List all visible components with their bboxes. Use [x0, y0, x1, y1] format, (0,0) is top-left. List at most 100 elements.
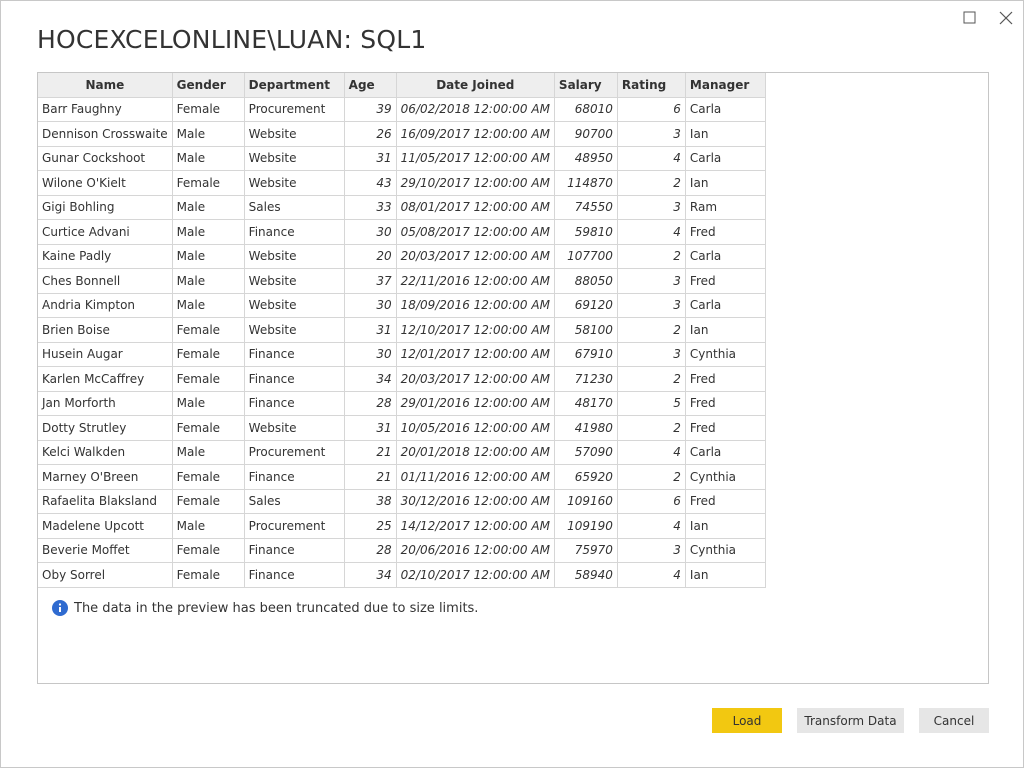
name-cell[interactable]: Kelci Walkden	[38, 439, 173, 465]
department-cell[interactable]: Finance	[243, 219, 345, 245]
gender-cell[interactable]: Female	[171, 464, 245, 490]
rating-cell[interactable]: 4	[616, 145, 686, 171]
gender-cell[interactable]: Female	[171, 366, 245, 392]
age-cell[interactable]: 25	[343, 513, 397, 539]
name-cell[interactable]: Jan Morforth	[38, 390, 173, 416]
manager-cell[interactable]: Fred	[684, 415, 766, 441]
rating-cell[interactable]: 2	[616, 415, 686, 441]
table-row[interactable]: Husein Augar Female Finance 30 12/01/2017 12…	[38, 341, 766, 367]
cancel-button[interactable]: Cancel	[919, 708, 989, 733]
date-joined-cell[interactable]: 20/01/2018 12:00:00 AM	[395, 439, 555, 465]
age-cell[interactable]: 43	[343, 170, 397, 196]
rating-cell[interactable]: 3	[616, 292, 686, 318]
rating-cell[interactable]: 2	[616, 464, 686, 490]
rating-cell[interactable]: 2	[616, 317, 686, 343]
date-joined-cell[interactable]: 20/06/2016 12:00:00 AM	[395, 537, 555, 563]
age-cell[interactable]: 34	[343, 562, 397, 588]
date-joined-cell[interactable]: 20/03/2017 12:00:00 AM	[395, 366, 555, 392]
rating-cell[interactable]: 2	[616, 170, 686, 196]
age-cell[interactable]: 31	[343, 415, 397, 441]
salary-cell[interactable]: 109190	[553, 513, 618, 539]
age-cell[interactable]: 21	[343, 439, 397, 465]
salary-cell[interactable]: 71230	[553, 366, 618, 392]
manager-cell[interactable]: Ian	[684, 317, 766, 343]
rating-cell[interactable]: 4	[616, 513, 686, 539]
department-cell[interactable]: Finance	[243, 464, 345, 490]
age-cell[interactable]: 37	[343, 268, 397, 294]
age-cell[interactable]: 21	[343, 464, 397, 490]
table-row[interactable]: Beverie Moffet Female Finance 28 20/06/2016 …	[38, 537, 766, 563]
name-cell[interactable]: Gigi Bohling	[38, 194, 173, 220]
date-joined-cell[interactable]: 30/12/2016 12:00:00 AM	[395, 488, 555, 514]
department-cell[interactable]: Sales	[243, 194, 345, 220]
manager-cell[interactable]: Carla	[684, 243, 766, 269]
gender-cell[interactable]: Male	[171, 292, 245, 318]
salary-cell[interactable]: 109160	[553, 488, 618, 514]
gender-cell[interactable]: Female	[171, 170, 245, 196]
manager-cell[interactable]: Ian	[684, 170, 766, 196]
name-cell[interactable]: Gunar Cockshoot	[38, 145, 173, 171]
rating-cell[interactable]: 3	[616, 194, 686, 220]
manager-cell[interactable]: Carla	[684, 96, 766, 122]
table-row[interactable]: Brien Boise Female Website 31 12/10/2017 12:…	[38, 317, 766, 343]
gender-cell[interactable]: Female	[171, 562, 245, 588]
table-row[interactable]: Ches Bonnell Male Website 37 22/11/2016 12:0…	[38, 268, 766, 294]
department-cell[interactable]: Finance	[243, 366, 345, 392]
salary-cell[interactable]: 75970	[553, 537, 618, 563]
date-joined-cell[interactable]: 08/01/2017 12:00:00 AM	[395, 194, 555, 220]
name-cell[interactable]: Dennison Crosswaite	[38, 121, 173, 147]
rating-cell[interactable]: 3	[616, 537, 686, 563]
table-row[interactable]: Marney O'Breen Female Finance 21 01/11/2016 …	[38, 464, 766, 490]
name-cell[interactable]: Marney O'Breen	[38, 464, 173, 490]
age-cell[interactable]: 38	[343, 488, 397, 514]
column-header-age[interactable]: Age	[343, 73, 397, 98]
gender-cell[interactable]: Male	[171, 513, 245, 539]
manager-cell[interactable]: Fred	[684, 268, 766, 294]
department-cell[interactable]: Website	[243, 415, 345, 441]
department-cell[interactable]: Website	[243, 170, 345, 196]
name-cell[interactable]: Beverie Moffet	[38, 537, 173, 563]
gender-cell[interactable]: Male	[171, 194, 245, 220]
department-cell[interactable]: Website	[243, 121, 345, 147]
table-row[interactable]: Karlen McCaffrey Female Finance 34 20/03/201…	[38, 366, 766, 392]
manager-cell[interactable]: Fred	[684, 488, 766, 514]
name-cell[interactable]: Barr Faughny	[38, 96, 173, 122]
manager-cell[interactable]: Ian	[684, 562, 766, 588]
manager-cell[interactable]: Ram	[684, 194, 766, 220]
gender-cell[interactable]: Female	[171, 317, 245, 343]
salary-cell[interactable]: 58940	[553, 562, 618, 588]
rating-cell[interactable]: 2	[616, 243, 686, 269]
department-cell[interactable]: Website	[243, 145, 345, 171]
gender-cell[interactable]: Female	[171, 488, 245, 514]
date-joined-cell[interactable]: 02/10/2017 12:00:00 AM	[395, 562, 555, 588]
maximize-button[interactable]	[961, 9, 979, 27]
gender-cell[interactable]: Male	[171, 390, 245, 416]
table-row[interactable]: Barr Faughny Female Procurement 39 06/02/201…	[38, 96, 766, 122]
age-cell[interactable]: 33	[343, 194, 397, 220]
gender-cell[interactable]: Male	[171, 121, 245, 147]
gender-cell[interactable]: Female	[171, 96, 245, 122]
close-button[interactable]	[997, 9, 1015, 27]
table-row[interactable]: Oby Sorrel Female Finance 34 02/10/2017 12:0…	[38, 562, 766, 588]
name-cell[interactable]: Oby Sorrel	[38, 562, 173, 588]
date-joined-cell[interactable]: 20/03/2017 12:00:00 AM	[395, 243, 555, 269]
department-cell[interactable]: Finance	[243, 537, 345, 563]
age-cell[interactable]: 30	[343, 292, 397, 318]
preview-table[interactable]: Name Gender Department Age Date Joined S…	[38, 73, 766, 588]
table-row[interactable]: Wilone O'Kielt Female Website 43 29/10/2017 …	[38, 170, 766, 196]
department-cell[interactable]: Website	[243, 243, 345, 269]
column-header-name[interactable]: Name	[38, 73, 173, 98]
manager-cell[interactable]: Fred	[684, 390, 766, 416]
gender-cell[interactable]: Female	[171, 415, 245, 441]
name-cell[interactable]: Madelene Upcott	[38, 513, 173, 539]
date-joined-cell[interactable]: 14/12/2017 12:00:00 AM	[395, 513, 555, 539]
rating-cell[interactable]: 5	[616, 390, 686, 416]
gender-cell[interactable]: Male	[171, 439, 245, 465]
salary-cell[interactable]: 57090	[553, 439, 618, 465]
name-cell[interactable]: Ches Bonnell	[38, 268, 173, 294]
table-row[interactable]: Madelene Upcott Male Procurement 25 14/12/20…	[38, 513, 766, 539]
department-cell[interactable]: Website	[243, 317, 345, 343]
manager-cell[interactable]: Cynthia	[684, 464, 766, 490]
salary-cell[interactable]: 58100	[553, 317, 618, 343]
date-joined-cell[interactable]: 01/11/2016 12:00:00 AM	[395, 464, 555, 490]
